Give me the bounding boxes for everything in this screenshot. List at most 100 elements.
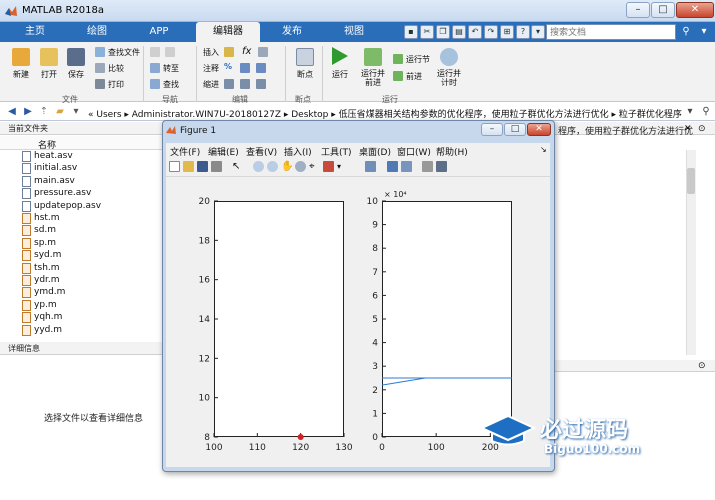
new-figure-icon[interactable] [169,161,180,172]
list-item[interactable]: syd.m [0,249,163,262]
nav-forward-icon[interactable] [165,47,175,57]
wrap-icon[interactable] [240,63,250,73]
zoom-out-icon[interactable] [267,161,278,172]
right-panel-close-icon[interactable]: ✕ [684,124,692,134]
search-docs-input[interactable] [546,24,676,40]
edit-plot-arrow-icon[interactable]: ↖ [232,161,243,172]
minimize-button[interactable]: – [626,2,650,18]
unwrap-icon[interactable] [256,63,266,73]
new-icon[interactable] [12,48,30,66]
outdent-icon[interactable] [256,79,266,89]
advance-button[interactable]: 前进 [406,71,422,82]
insert-button[interactable]: 插入 [203,47,219,58]
list-item[interactable]: yp.m [0,299,163,311]
advance-icon[interactable] [393,71,403,81]
colorbar-icon[interactable] [387,161,398,172]
run-button-label[interactable]: 运行 [325,69,355,80]
nav-back-icon[interactable] [150,47,160,57]
open-button-label[interactable]: 打开 [34,69,64,80]
indent-button[interactable]: 缩进 [203,79,219,90]
print-button[interactable]: 打印 [108,79,124,90]
list-item[interactable]: ymd.m [0,286,163,299]
open-file-icon[interactable] [183,161,194,172]
zoom-in-icon[interactable] [253,161,264,172]
run-section-button[interactable]: 运行节 [406,54,430,65]
list-item[interactable]: yyd.m [0,324,163,336]
figure-maximize-button[interactable]: □ [504,123,526,136]
run-and-advance-icon[interactable] [364,48,382,66]
list-item[interactable]: hst.m [0,212,163,224]
menubar-dock-icon[interactable]: ↘ [540,145,547,154]
run-icon[interactable] [332,47,348,65]
scrollbar-thumb[interactable] [687,168,695,194]
path-dropdown-icon[interactable]: ▾ [684,106,696,118]
tab-plots[interactable]: 绘图 [72,22,122,42]
pan-hand-icon[interactable]: ✋ [281,161,293,172]
close-button[interactable]: ✕ [676,2,714,18]
run-section-icon[interactable] [393,54,403,64]
goto-button[interactable]: 转至 [163,63,179,74]
tab-publish[interactable]: 发布 [266,22,318,42]
find-icon[interactable] [150,79,160,89]
rotate-3d-icon[interactable] [295,161,306,172]
list-item[interactable]: ydr.m [0,274,163,286]
show-plot-tools-icon[interactable] [436,161,447,172]
hide-plot-tools-icon[interactable] [422,161,433,172]
find-files-button[interactable]: 查找文件 [108,47,140,58]
find-button[interactable]: 查找 [163,79,179,90]
open-icon[interactable] [40,48,58,66]
folder-up-icon[interactable]: ⇡ [38,106,50,118]
help-dropdown-icon[interactable]: ▾ [531,25,545,39]
cut-quick-icon[interactable]: ✂ [420,25,434,39]
right-panel-menu-icon[interactable]: ⊙ [698,124,706,134]
tab-editor[interactable]: 编辑器 [196,22,260,42]
run-and-time-icon[interactable] [440,48,458,66]
list-item[interactable]: sd.m [0,224,163,237]
run-and-advance-button-label[interactable]: 运行并 前进 [357,69,389,87]
list-item[interactable]: heat.asv [0,150,163,162]
list-item[interactable]: tsh.m [0,262,163,274]
save-figure-icon[interactable] [197,161,208,172]
maximize-button[interactable]: □ [651,2,675,18]
search-folder-icon[interactable]: ⚲ [700,106,712,118]
link-plot-icon[interactable] [365,161,376,172]
brush-dropdown-icon[interactable]: ▾ [337,161,348,172]
paste-quick-icon[interactable]: ▤ [452,25,466,39]
save-button-label[interactable]: 保存 [61,69,91,80]
list-item[interactable]: pressure.asv [0,187,163,200]
switch-windows-icon[interactable]: ⊞ [500,25,514,39]
tab-view[interactable]: 视图 [328,22,380,42]
compare-icon[interactable] [95,63,105,73]
save-icon[interactable] [67,48,85,66]
list-item[interactable]: updatepop.asv [0,200,163,212]
list-item[interactable]: initial.asv [0,162,163,175]
current-folder-path[interactable]: « Users ▸ Administrator.WIN7U-20180127Z … [88,107,682,120]
indent-icon[interactable] [240,79,250,89]
search-icon[interactable]: ⚲ [679,25,693,39]
print-figure-icon[interactable] [211,161,222,172]
list-item[interactable]: sp.m [0,237,163,249]
folder-icon[interactable]: ▰ [54,106,66,118]
help-icon[interactable]: ? [516,25,530,39]
compare-button[interactable]: 比较 [108,63,124,74]
browse-folder-icon[interactable]: ▾ [70,106,82,118]
tab-apps[interactable]: APP [134,22,184,42]
run-and-time-button-label[interactable]: 运行并 计时 [433,69,465,87]
forward-arrow-icon[interactable]: ▶ [22,106,34,118]
list-item[interactable]: main.asv [0,175,163,187]
redo-icon[interactable]: ↷ [484,25,498,39]
tab-home[interactable]: 主页 [10,22,60,42]
print-icon[interactable] [95,79,105,89]
fx-icon[interactable]: fx [242,46,251,57]
data-cursor-icon[interactable]: ⌖ [309,161,320,172]
percent-icon[interactable]: % [224,62,232,71]
smart-indent-icon[interactable] [224,79,234,89]
notification-icon[interactable]: ▾ [697,25,711,39]
insert-icon[interactable] [224,47,234,57]
legend-icon[interactable] [401,161,412,172]
copy-quick-icon[interactable]: ❐ [436,25,450,39]
back-arrow-icon[interactable]: ◀ [6,106,18,118]
save-quick-icon[interactable]: ▪ [404,25,418,39]
comment-button[interactable]: 注释 [203,63,219,74]
insert-dropdown-icon[interactable] [258,47,268,57]
